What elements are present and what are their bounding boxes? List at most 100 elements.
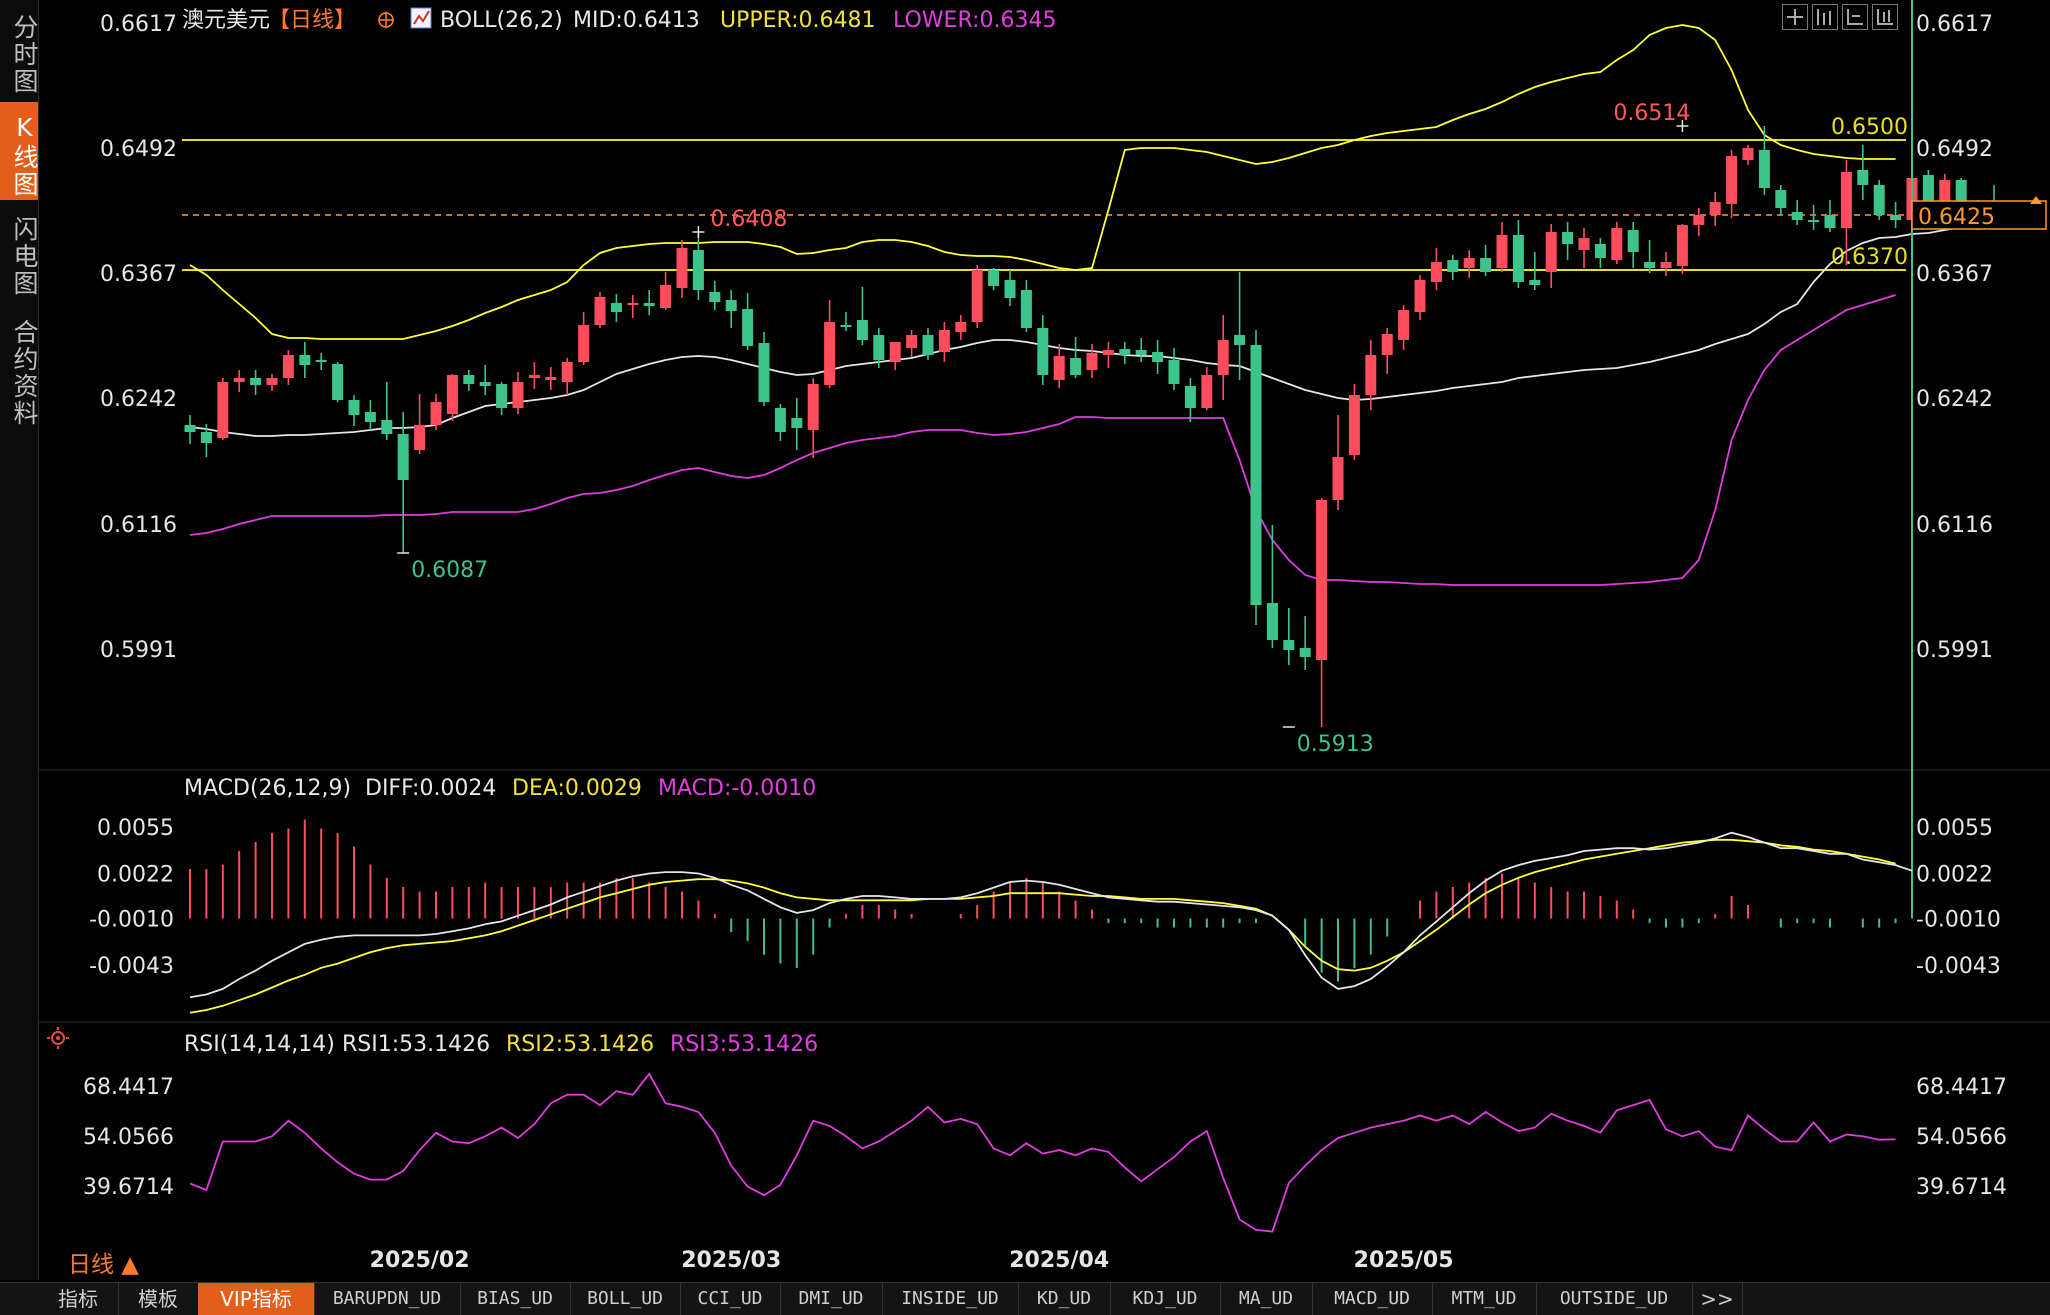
crosshair-icon[interactable]	[378, 12, 394, 28]
candle-body	[1430, 262, 1442, 282]
candle-body	[709, 292, 721, 302]
candle-body	[266, 378, 278, 385]
candle-body	[988, 270, 1000, 286]
candle-body	[676, 248, 688, 288]
candle-body	[1709, 202, 1721, 215]
candle-body	[1381, 334, 1393, 355]
boll-mid: MID:0.6413	[573, 8, 700, 33]
candle-body	[1234, 335, 1246, 345]
tab-dmi[interactable]: DMI_UD	[780, 1283, 883, 1315]
candle-body	[791, 418, 803, 428]
x-axis-date-label: 2025/03	[681, 1248, 781, 1273]
candle-body	[1644, 262, 1656, 268]
candle-body	[463, 375, 475, 384]
y-tick-label-left: 0.6617	[100, 12, 177, 37]
candle-body	[578, 325, 590, 362]
candle-body	[1594, 244, 1606, 258]
chart-area[interactable]: 0.6617 0.6617 0.6492 0.6492 0.6367 0.6367 0.62…	[0, 0, 2050, 1280]
indicator-tab-bar: 指标 模板 VIP指标 BARUPDN_UD BIAS_UD BOLL_UD C…	[0, 1282, 2050, 1315]
rsi-y-tick-left: 39.6714	[83, 1175, 174, 1200]
boll-indicator-icon[interactable]	[410, 7, 432, 29]
tab-indicators[interactable]: 指标	[38, 1283, 119, 1315]
tab-macd[interactable]: MACD_UD	[1312, 1283, 1433, 1315]
settings-gear-icon[interactable]	[47, 1027, 69, 1049]
candle-body	[1660, 262, 1672, 268]
candle-body	[1627, 230, 1639, 252]
tab-outside[interactable]: OUTSIDE_UD	[1536, 1283, 1693, 1315]
symbol-title: 澳元美元	[182, 8, 270, 33]
period-footer[interactable]: 日线 ▲	[68, 1252, 139, 1278]
y-tick-label-right: 0.5991	[1916, 638, 1993, 663]
tab-ma[interactable]: MA_UD	[1220, 1283, 1313, 1315]
tab-inside[interactable]: INSIDE_UD	[882, 1283, 1019, 1315]
tab-more[interactable]: >>	[1692, 1283, 1743, 1315]
horizontal-line-label: 0.6500	[1831, 115, 1908, 140]
rsi-line	[189, 1072, 1896, 1233]
candle-body	[1447, 260, 1459, 272]
layout-icon[interactable]	[1812, 4, 1838, 30]
candle-body	[1922, 175, 1934, 204]
candle-body	[496, 384, 508, 408]
candle-body	[1824, 215, 1836, 228]
y-tick-label-left: 0.6116	[100, 513, 177, 538]
macd-y-tick-left: -0.0010	[89, 908, 174, 933]
macd-y-tick-left: 0.0022	[97, 863, 174, 888]
tab-vip-indicators[interactable]: VIP指标	[198, 1283, 315, 1315]
candle-body	[348, 400, 360, 415]
candle-body	[1742, 148, 1754, 160]
rsi-y-tick-left: 54.0566	[83, 1125, 174, 1150]
low-price-annotation: 0.6087	[411, 558, 488, 583]
candle-body	[1102, 350, 1114, 355]
high-price-annotation: 0.6514	[1613, 101, 1690, 126]
candle-body	[1726, 156, 1738, 204]
boll-upper: UPPER:0.6481	[720, 8, 876, 33]
horizontal-line-label: 0.6370	[1831, 245, 1908, 270]
candle-body	[1545, 232, 1557, 272]
y-tick-label-right: 0.6367	[1916, 262, 1993, 287]
candle-body	[1611, 228, 1623, 260]
candle-body	[446, 375, 458, 414]
candle-body	[315, 360, 327, 362]
macd-y-tick-left: -0.0043	[89, 954, 174, 979]
fullscreen-icon[interactable]	[1872, 4, 1898, 30]
tab-mtm[interactable]: MTM_UD	[1432, 1283, 1537, 1315]
rsi1-value: RSI1:53.1426	[342, 1032, 490, 1057]
candle-body	[627, 303, 639, 305]
candle-body	[184, 425, 196, 432]
candle-body	[922, 335, 934, 355]
tab-kdj[interactable]: KDJ_UD	[1110, 1283, 1221, 1315]
y-tick-label-left: 0.5991	[100, 638, 177, 663]
candle-body	[906, 335, 918, 348]
dea-line	[189, 838, 1896, 1014]
candle-body	[1512, 235, 1524, 282]
draw-tool-icon[interactable]	[1842, 4, 1868, 30]
tab-boll[interactable]: BOLL_UD	[570, 1283, 681, 1315]
rsi-y-tick-left: 68.4417	[83, 1075, 174, 1100]
candle-body	[1676, 225, 1688, 266]
candle-body	[528, 375, 540, 378]
tab-bias[interactable]: BIAS_UD	[460, 1283, 571, 1315]
candle-body	[971, 270, 983, 322]
candle-body	[1168, 360, 1180, 384]
candle-body	[1398, 310, 1410, 340]
tab-cci[interactable]: CCI_UD	[680, 1283, 781, 1315]
candle-body	[1332, 457, 1344, 500]
tab-kd[interactable]: KD_UD	[1018, 1283, 1111, 1315]
y-tick-label-left: 0.6367	[100, 262, 177, 287]
y-tick-label-right: 0.6242	[1916, 387, 1993, 412]
candle-body	[889, 342, 901, 362]
macd-y-tick-right: 0.0022	[1916, 863, 1993, 888]
boll-upper-line	[189, 24, 1896, 340]
candle-body	[1266, 603, 1278, 640]
macd-label: MACD(26,12,9)	[184, 776, 351, 801]
last-price-label: 0.6425	[1918, 205, 1995, 230]
zoom-icon[interactable]	[1782, 4, 1808, 30]
candle-body	[299, 355, 311, 365]
candle-body	[364, 412, 376, 422]
candle-body	[1086, 353, 1098, 370]
boll-lower: LOWER:0.6345	[893, 8, 1056, 33]
tab-barupdn[interactable]: BARUPDN_UD	[314, 1283, 461, 1315]
candle-body	[1119, 349, 1131, 355]
tab-templates[interactable]: 模板	[118, 1283, 199, 1315]
candle-body	[233, 378, 245, 382]
